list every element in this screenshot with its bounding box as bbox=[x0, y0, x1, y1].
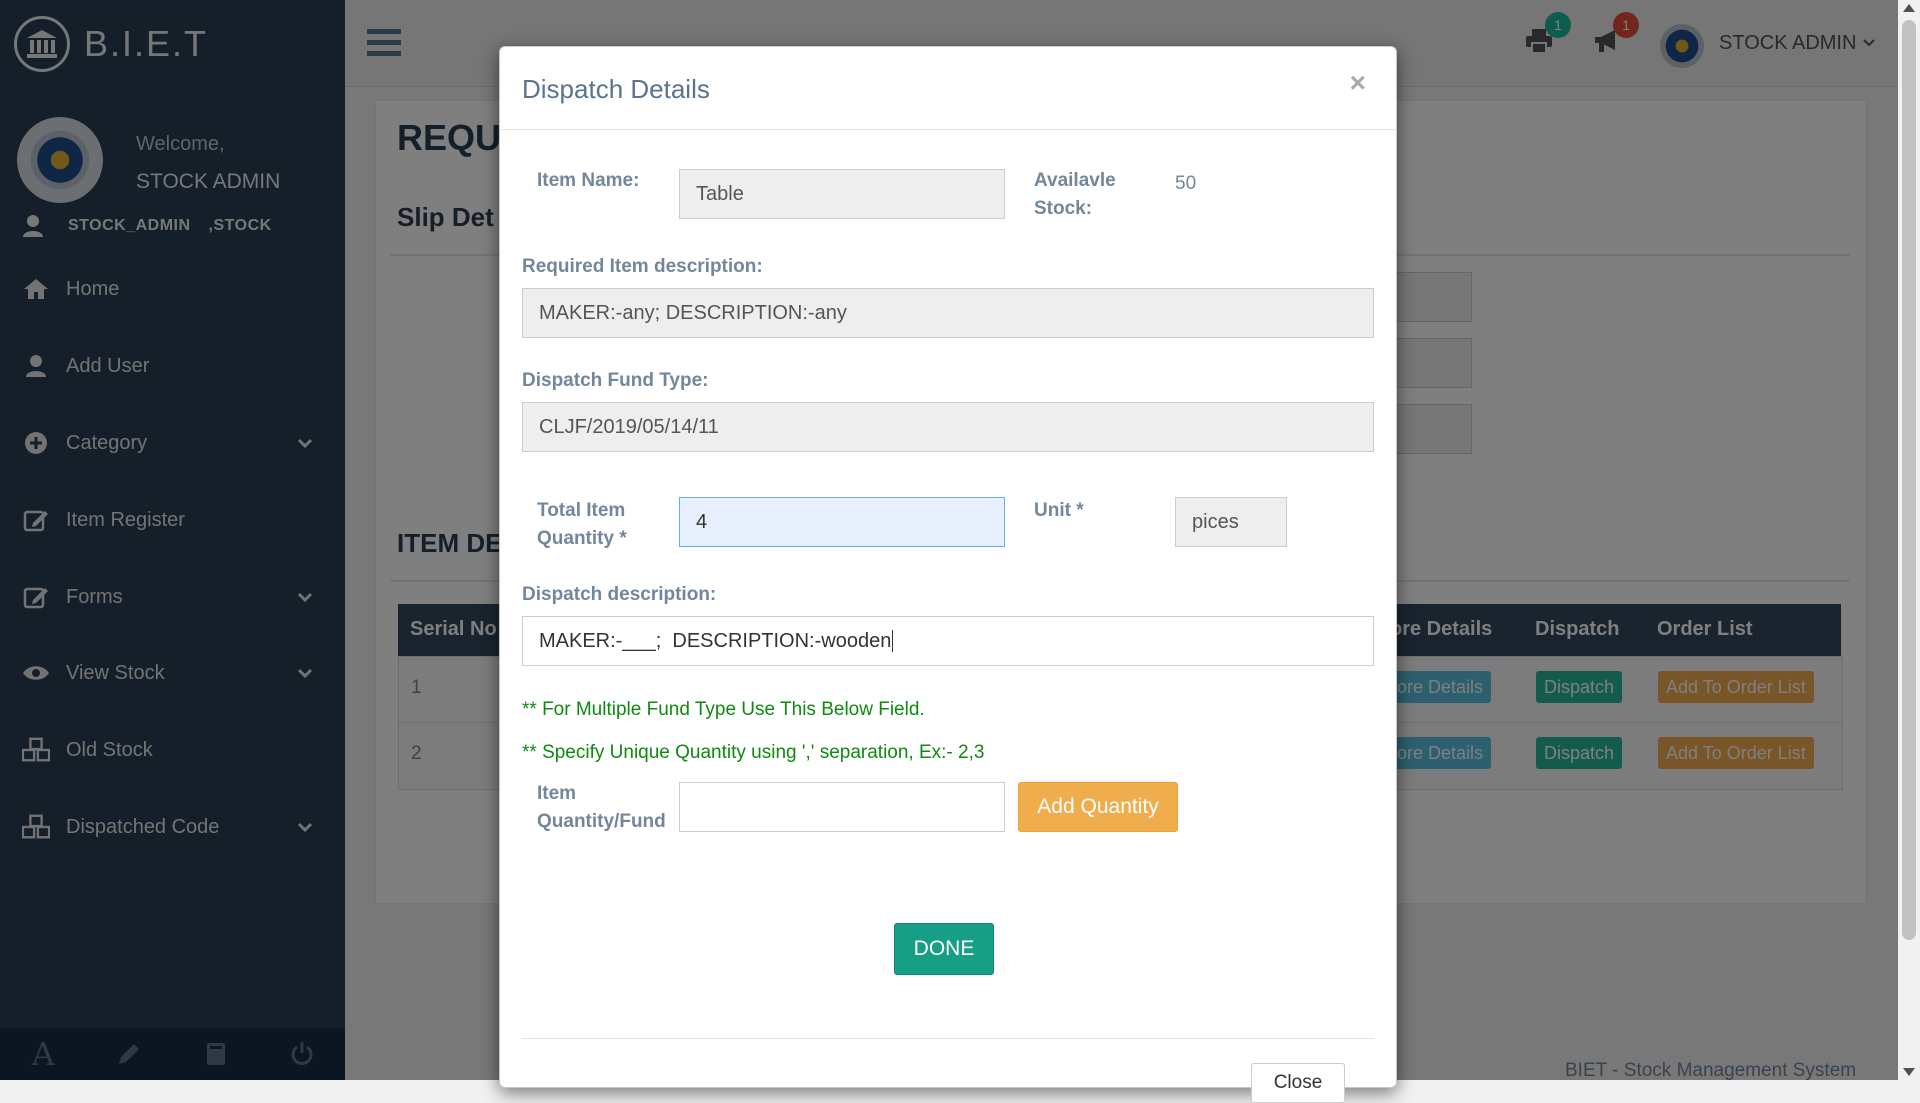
scrollbar[interactable] bbox=[1898, 0, 1920, 1080]
scrollbar-thumb[interactable] bbox=[1902, 20, 1916, 940]
text-caret bbox=[892, 630, 894, 652]
qty-fund-line-2: Quantity/Fund bbox=[537, 811, 666, 832]
available-stock-value: 50 bbox=[1175, 173, 1197, 194]
unit-label: Unit * bbox=[1034, 500, 1084, 521]
multi-fund-note: ** For Multiple Fund Type Use This Below… bbox=[522, 699, 925, 720]
close-button[interactable]: Close bbox=[1251, 1063, 1345, 1103]
quantity-fund-label: Item Quantity/Fund bbox=[537, 780, 666, 836]
scroll-up-arrow[interactable] bbox=[1903, 4, 1915, 12]
done-button[interactable]: DONE bbox=[894, 923, 994, 975]
qty-fund-line-1: Item bbox=[537, 783, 577, 804]
total-qty-line-1: Total Item bbox=[537, 500, 626, 521]
dispatch-description-input[interactable]: MAKER:-___; DESCRIPTION:-wooden bbox=[522, 616, 1374, 666]
available-label-line-2: Stock: bbox=[1034, 198, 1093, 219]
total-qty-line-2: Quantity * bbox=[537, 528, 627, 549]
modal-header: Dispatch Details × bbox=[500, 47, 1396, 130]
available-label-line-1: Availavle bbox=[1034, 170, 1116, 191]
total-quantity-label: Total Item Quantity * bbox=[537, 497, 627, 553]
modal-footer-divider bbox=[522, 1038, 1374, 1039]
add-quantity-button[interactable]: Add Quantity bbox=[1018, 782, 1178, 832]
quantity-fund-input[interactable] bbox=[679, 782, 1005, 832]
dispatch-description-text: MAKER:-___; DESCRIPTION:-wooden bbox=[539, 629, 892, 652]
item-name-label: Item Name: bbox=[537, 170, 640, 191]
scroll-down-arrow[interactable] bbox=[1903, 1068, 1915, 1076]
fund-type-label: Dispatch Fund Type: bbox=[522, 370, 709, 391]
unit-field[interactable]: pices bbox=[1175, 497, 1287, 547]
dispatch-description-label: Dispatch description: bbox=[522, 584, 717, 605]
required-description-field[interactable]: MAKER:-any; DESCRIPTION:-any bbox=[522, 288, 1374, 338]
total-quantity-input[interactable]: 4 bbox=[679, 497, 1005, 547]
available-stock-label: Availavle Stock: bbox=[1034, 167, 1116, 223]
unique-quantity-note: ** Specify Unique Quantity using ',' sep… bbox=[522, 742, 985, 763]
modal-title: Dispatch Details bbox=[522, 74, 710, 104]
required-description-label: Required Item description: bbox=[522, 256, 763, 277]
close-icon[interactable]: × bbox=[1350, 67, 1366, 99]
fund-type-field[interactable]: CLJF/2019/05/14/11 bbox=[522, 402, 1374, 452]
dispatch-details-modal: Dispatch Details × Item Name: Table Avai… bbox=[499, 46, 1397, 1103]
item-name-field[interactable]: Table bbox=[679, 169, 1005, 219]
